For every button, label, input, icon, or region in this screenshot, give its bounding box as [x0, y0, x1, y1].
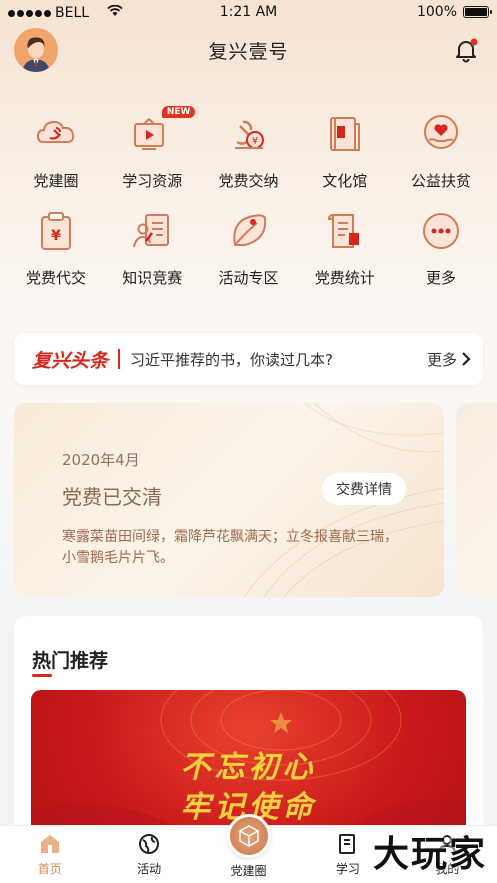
fee-status-card[interactable]: 2020年4月 党费已交清 交费详情 寒露菜苗田间绿，霜降芦花飘满天；立冬报喜献… — [14, 403, 444, 597]
leaf-icon — [227, 209, 271, 253]
grid-item-fee-payment[interactable]: ¥ 党费交纳 — [201, 112, 297, 209]
grid-item-charity[interactable]: 公益扶贫 — [393, 112, 489, 209]
globe-icon — [139, 834, 160, 854]
grid-item-label: 党费代交 — [25, 269, 86, 287]
party-circle-icon — [34, 112, 78, 156]
app-header: 复兴壹号 — [0, 26, 497, 76]
study-icon — [338, 834, 355, 854]
statistics-icon — [323, 209, 367, 253]
grid-item-culture-hall[interactable]: 文化馆 — [297, 112, 393, 209]
section-title-underline — [32, 674, 52, 677]
headline-brand: 复兴头条 — [32, 349, 109, 372]
headline-more-link[interactable]: 更多 — [427, 349, 471, 370]
fee-detail-button[interactable]: 交费详情 — [322, 473, 406, 505]
headline-news[interactable]: 习近平推荐的书，你读过几本? — [130, 349, 427, 370]
battery-percent: 100% — [416, 4, 457, 20]
svg-text:¥: ¥ — [251, 136, 257, 147]
svg-text:¥: ¥ — [51, 228, 61, 244]
grid-item-activity-zone[interactable]: 活动专区 — [201, 209, 297, 306]
clipboard-yen-icon: ¥ — [34, 209, 78, 253]
feature-grid-row-1: 党建圈 NEW 学习资源 ¥ 党费交纳 文化馆 公益扶贫 — [0, 106, 497, 209]
new-badge: NEW — [161, 106, 196, 118]
section-title: 热门推荐 — [32, 650, 109, 672]
book-icon — [323, 112, 367, 156]
tab-label: 首页 — [37, 862, 62, 876]
watermark-logo: 大玩家 — [372, 834, 487, 875]
grid-item-fee-statistics[interactable]: 党费统计 — [297, 209, 393, 306]
chevron-right-icon — [462, 352, 471, 366]
headline-divider — [118, 349, 121, 369]
grid-item-label: 党费交纳 — [218, 172, 279, 190]
headline-more-label: 更多 — [426, 350, 457, 369]
notification-bell-icon[interactable] — [453, 37, 479, 63]
cube-icon — [226, 814, 271, 858]
grid-item-proxy-payment[interactable]: ¥ 党费代交 — [8, 209, 104, 306]
tab-home[interactable]: 首页 — [0, 826, 99, 883]
grid-item-more[interactable]: 更多 — [393, 209, 489, 306]
home-icon — [40, 835, 59, 853]
grid-item-label: 学习资源 — [122, 172, 183, 190]
more-dots-icon — [419, 209, 463, 253]
grid-item-label: 更多 — [425, 269, 456, 287]
grid-item-party-circle[interactable]: 党建圈 — [8, 112, 104, 209]
grid-item-label: 知识竞赛 — [122, 269, 183, 287]
banner-slogan-line1: 不忘初心 — [180, 750, 317, 785]
grid-item-label: 党费统计 — [314, 269, 375, 287]
battery-icon — [463, 6, 492, 18]
fee-payment-icon: ¥ — [227, 112, 271, 156]
quiz-icon — [130, 209, 174, 253]
tab-label: 活动 — [137, 862, 162, 876]
status-bar: BELL 1:21 AM 100% — [0, 0, 497, 26]
grid-item-label: 党建圈 — [33, 172, 79, 190]
grid-item-knowledge-quiz[interactable]: 知识竞赛 — [104, 209, 200, 306]
grid-item-learning-resources[interactable]: NEW 学习资源 — [104, 106, 200, 209]
feature-grid: 党建圈 NEW 学习资源 ¥ 党费交纳 文化馆 公益扶贫 ¥ 党费代交 知识竞赛… — [0, 106, 497, 306]
notification-dot — [470, 38, 478, 46]
video-play-icon — [130, 112, 174, 156]
grid-item-label: 公益扶贫 — [410, 172, 471, 190]
tab-label: 党建圈 — [230, 864, 267, 878]
app-title: 复兴壹号 — [208, 41, 289, 63]
tab-party-circle[interactable]: 党建圈 — [199, 814, 298, 883]
tab-activity[interactable]: 活动 — [99, 826, 198, 883]
heart-hand-icon — [419, 112, 463, 156]
fee-poem: 寒露菜苗田间绿，霜降芦花飘满天；立冬报喜献三瑞，小雪鹅毛片片飞。 — [62, 529, 398, 566]
grid-item-label: 活动专区 — [218, 269, 279, 287]
next-card-peek[interactable] — [456, 403, 497, 597]
grid-item-label: 文化馆 — [322, 172, 368, 190]
fee-date: 2020年4月 — [62, 451, 140, 469]
fee-status: 党费已交清 — [62, 485, 162, 509]
battery-status: 100% — [416, 4, 492, 20]
tab-label: 学习 — [335, 862, 360, 876]
headline-bar[interactable]: 复兴头条 习近平推荐的书，你读过几本? 更多 — [14, 333, 483, 385]
feature-grid-row-2: ¥ 党费代交 知识竞赛 活动专区 党费统计 更多 — [0, 209, 497, 306]
